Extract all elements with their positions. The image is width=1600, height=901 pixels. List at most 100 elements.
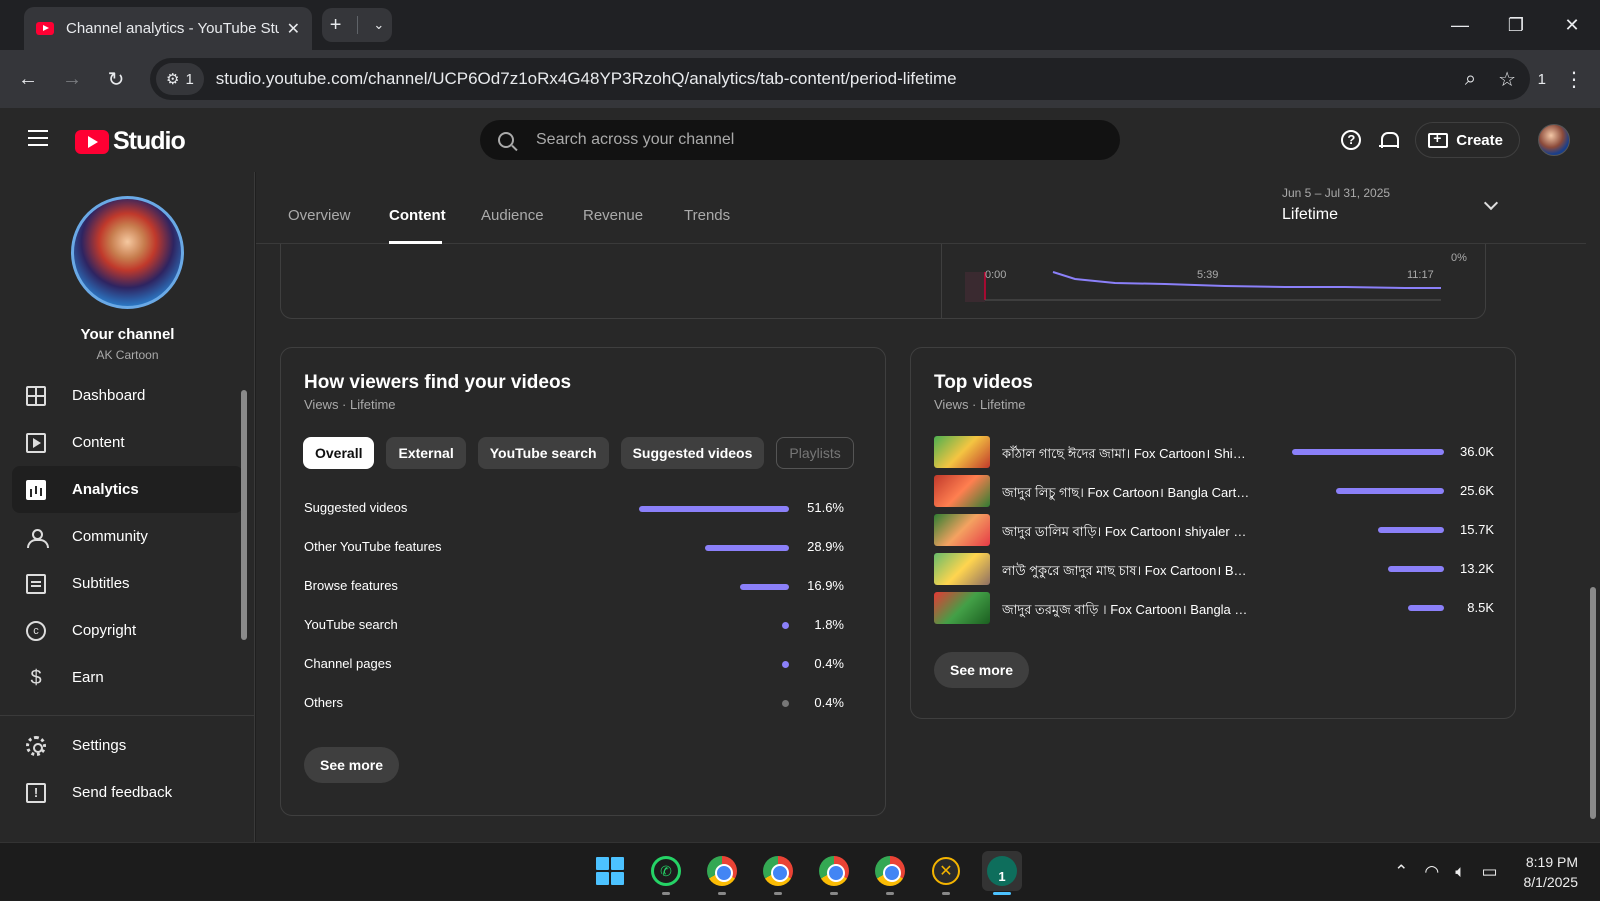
clock[interactable]: 8:19 PM 8/1/2025 <box>1524 852 1579 892</box>
wifi-icon[interactable]: ◠ <box>1424 862 1439 882</box>
window-controls: — ❐ ✕ <box>1432 0 1600 50</box>
main-scrollbar[interactable] <box>1586 172 1600 842</box>
sidebar-scrollbar[interactable] <box>240 382 248 702</box>
battery-icon[interactable]: ▭ <box>1481 862 1497 882</box>
tab-trends[interactable]: Trends <box>684 207 730 224</box>
sidebar-item-subtitles[interactable]: Subtitles <box>12 560 243 607</box>
traffic-see-more-button[interactable]: See more <box>304 747 400 783</box>
traffic-source-row: Others 0.4% <box>304 693 844 713</box>
video-thumbnail[interactable] <box>934 436 990 468</box>
kebab-menu-icon[interactable]: ⋮ <box>1564 67 1584 92</box>
top-video-row[interactable]: জাদুর তরমুজ বাড়ি । Fox Cartoon। Bangla … <box>934 592 1494 624</box>
start-button[interactable] <box>590 851 630 891</box>
top-videos-see-more-button[interactable]: See more <box>934 652 1030 688</box>
period-selector[interactable]: Jun 5 – Jul 31, 2025 Lifetime <box>1282 186 1390 224</box>
create-button[interactable]: Create <box>1415 122 1520 158</box>
taskbar-xampp[interactable]: ✕ <box>926 851 966 895</box>
search-icon[interactable] <box>498 132 514 148</box>
minimize-icon[interactable]: — <box>1432 0 1488 50</box>
site-info-button[interactable]: ⚙ 1 <box>156 63 204 95</box>
new-tab-icon[interactable]: + <box>330 14 342 37</box>
running-indicator <box>718 892 726 895</box>
forward-arrow-icon[interactable]: → <box>50 68 94 91</box>
close-tab-icon[interactable]: ✕ <box>287 19 300 39</box>
taskbar-chrome-3[interactable] <box>814 851 854 895</box>
sidebar-item-send-feedback[interactable]: ! Send feedback <box>12 769 243 816</box>
retention-chart <box>965 271 1441 302</box>
chip-external[interactable]: External <box>386 437 466 469</box>
tab-content[interactable]: Content <box>389 207 446 224</box>
tab-search-chevron-icon[interactable]: ⌄ <box>373 17 384 33</box>
help-icon[interactable]: ? <box>1341 130 1362 150</box>
traffic-card-subtitle: Views · Lifetime <box>304 397 396 412</box>
video-thumbnail[interactable] <box>934 475 990 507</box>
video-title[interactable]: লাউ পুকুরে জাদুর মাছ চাষ। Fox Cartoon। B… <box>1002 561 1252 583</box>
video-title[interactable]: জাদুর ডালিম বাড়ি। Fox Cartoon। shiyaler… <box>1002 522 1252 544</box>
active-tab-indicator <box>389 241 442 244</box>
reload-icon[interactable]: ↻ <box>94 67 138 92</box>
chip-overall[interactable]: Overall <box>303 437 375 469</box>
video-views-value: 13.2K <box>1460 561 1494 576</box>
video-views-bar <box>1408 605 1444 611</box>
sidebar-item-content[interactable]: Content <box>12 419 243 466</box>
tab-audience[interactable]: Audience <box>481 207 544 224</box>
browser-tab-active[interactable]: Channel analytics - YouTube Studio ✕ <box>24 7 312 50</box>
taskbar-whatsapp[interactable]: ✆ <box>646 851 686 895</box>
chip-playlists[interactable]: Playlists <box>776 437 854 469</box>
account-avatar[interactable] <box>1538 124 1570 156</box>
sidebar-item-label: Community <box>72 528 148 545</box>
restore-icon[interactable]: ❐ <box>1488 0 1544 50</box>
gear-icon <box>26 735 46 756</box>
video-thumbnail[interactable] <box>934 592 990 624</box>
sidebar-scroll-thumb[interactable] <box>241 390 247 640</box>
main-scroll-thumb[interactable] <box>1590 587 1596 819</box>
sidebar-item-copyright[interactable]: c Copyright <box>12 607 243 654</box>
traffic-source-row: Other YouTube features 28.9% <box>304 537 844 557</box>
chrome-icon <box>819 856 849 886</box>
sidebar-item-analytics[interactable]: Analytics <box>12 466 243 513</box>
volume-icon[interactable]: 🔈︎ <box>1455 862 1465 882</box>
top-video-row[interactable]: জাদুর লিচু গাছ। Fox Cartoon। Bangla Cart… <box>934 475 1494 507</box>
taskbar-chrome-4[interactable] <box>870 851 910 895</box>
taskbar-chrome-1[interactable] <box>702 851 742 895</box>
url-text[interactable]: studio.youtube.com/channel/UCP6Od7z1oRx4… <box>216 69 957 89</box>
studio-logo[interactable]: Studio <box>75 127 186 156</box>
taskbar-chrome-2[interactable] <box>758 851 798 895</box>
video-views-value: 8.5K <box>1467 600 1494 615</box>
running-indicator <box>942 892 950 895</box>
sidebar-item-dashboard[interactable]: Dashboard <box>12 372 243 419</box>
close-window-icon[interactable]: ✕ <box>1544 0 1600 50</box>
sidebar-item-earn[interactable]: $ Earn <box>12 654 243 701</box>
bell-icon[interactable] <box>1379 130 1400 150</box>
dollar-icon: $ <box>30 666 42 689</box>
chevron-up-icon[interactable]: ⌃ <box>1394 862 1408 882</box>
taskbar-terminal[interactable]: 1 <box>982 851 1022 895</box>
menu-icon[interactable] <box>28 130 48 146</box>
video-thumbnail[interactable] <box>934 553 990 585</box>
tab-revenue[interactable]: Revenue <box>583 207 643 224</box>
video-title[interactable]: জাদুর তরমুজ বাড়ি । Fox Cartoon। Bangla … <box>1002 600 1252 622</box>
search-input[interactable] <box>536 131 1096 149</box>
tab-overview[interactable]: Overview <box>288 207 351 224</box>
video-thumbnail[interactable] <box>934 514 990 546</box>
chip-suggested-videos[interactable]: Suggested videos <box>620 437 765 469</box>
address-bar[interactable]: ⚙ 1 studio.youtube.com/channel/UCP6Od7z1… <box>150 58 1530 100</box>
chip-youtube-search[interactable]: YouTube search <box>477 437 609 469</box>
sidebar-item-community[interactable]: Community <box>12 513 243 560</box>
top-video-row[interactable]: লাউ পুকুরে জাদুর মাছ চাষ। Fox Cartoon। B… <box>934 553 1494 585</box>
period-range: Jun 5 – Jul 31, 2025 <box>1282 186 1391 200</box>
chevron-down-icon[interactable] <box>1483 195 1499 211</box>
sidebar-item-settings[interactable]: Settings <box>12 722 243 769</box>
video-title[interactable]: জাদুর লিচু গাছ। Fox Cartoon। Bangla Cart… <box>1002 483 1252 505</box>
top-video-row[interactable]: জাদুর ডালিম বাড়ি। Fox Cartoon। shiyaler… <box>934 514 1494 546</box>
top-video-row[interactable]: কাঁঠাল গাছে ঈদের জামা। Fox Cartoon। Shiy… <box>934 436 1494 468</box>
channel-avatar[interactable] <box>71 196 184 309</box>
profile-count[interactable]: 1 <box>1538 71 1546 88</box>
bookmark-star-icon[interactable]: ☆ <box>1498 67 1516 92</box>
browser-toolbar: ← → ↻ ⚙ 1 studio.youtube.com/channel/UCP… <box>0 50 1600 108</box>
zoom-icon[interactable]: ⌕ <box>1465 68 1476 91</box>
video-views-value: 36.0K <box>1460 444 1494 459</box>
back-arrow-icon[interactable]: ← <box>6 68 50 91</box>
running-indicator <box>662 892 670 895</box>
video-title[interactable]: কাঁঠাল গাছে ঈদের জামা। Fox Cartoon। Shiy… <box>1002 444 1252 466</box>
